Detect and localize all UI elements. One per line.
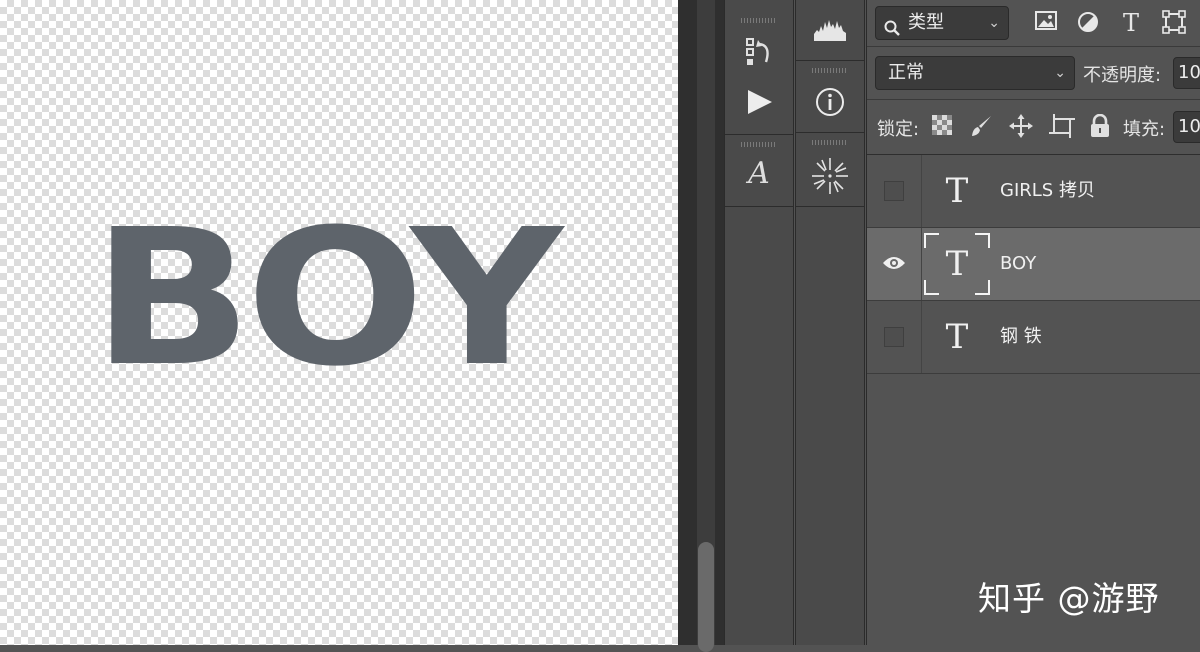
lock-bar: 锁定: 填充: 10 (867, 100, 1200, 155)
layer-filter-bar: 类型 ⌄ T (867, 0, 1200, 47)
image-filter-icon[interactable] (1033, 10, 1059, 36)
lock-all-icon[interactable] (1089, 113, 1115, 140)
collapsed-panel-strip-2 (795, 0, 865, 645)
histogram-icon[interactable] (796, 16, 864, 42)
character-icon[interactable]: A (725, 156, 793, 192)
layer-name[interactable]: BOY (1000, 228, 1036, 300)
search-icon (884, 15, 900, 47)
type-filter-icon[interactable]: T (1118, 10, 1144, 36)
blend-mode-dropdown[interactable]: 正常 ⌄ (875, 56, 1075, 90)
layer-visibility-toggle[interactable] (867, 228, 922, 300)
opacity-input[interactable]: 10 (1173, 57, 1200, 89)
lock-transparent-icon[interactable] (931, 114, 957, 140)
blend-mode-label: 正常 (888, 62, 924, 83)
fill-label: 填充: (1123, 119, 1166, 140)
filter-type-dropdown[interactable]: 类型 ⌄ (875, 6, 1009, 40)
text-layer-thumbnail-icon: T (945, 244, 969, 284)
panel-grip[interactable] (812, 68, 848, 73)
canvas-area[interactable]: BOY (0, 0, 678, 645)
layer-row-boy[interactable]: T BOY (867, 228, 1200, 301)
canvas-text-boy[interactable]: BOY (92, 205, 563, 393)
layer-name[interactable]: 钢 铁 (1000, 301, 1042, 373)
brush-settings-icon[interactable] (796, 156, 864, 196)
lock-position-icon[interactable] (1009, 114, 1035, 140)
lock-label: 锁定: (877, 119, 920, 140)
blend-opacity-bar: 正常 ⌄ 不透明度: 10 (867, 47, 1200, 100)
watermark: 知乎 @游野 (978, 579, 1160, 618)
fill-input[interactable]: 10 (1173, 111, 1200, 143)
text-layer-thumbnail-icon: T (945, 317, 969, 357)
layer-name[interactable]: GIRLS 拷贝 (1000, 155, 1095, 227)
play-actions-icon[interactable] (725, 88, 793, 116)
text-layer-thumbnail-icon: T (945, 171, 969, 211)
panel-grip[interactable] (741, 18, 777, 23)
chevron-down-icon: ⌄ (988, 15, 1000, 31)
layer-visibility-toggle[interactable] (867, 301, 922, 373)
panel-scroll-thumb[interactable] (698, 542, 714, 652)
lock-paint-icon[interactable] (969, 114, 995, 140)
history-icon[interactable] (725, 36, 793, 68)
lock-artboard-icon[interactable] (1049, 114, 1075, 140)
layer-row-gang-tie[interactable]: T 钢 铁 (867, 301, 1200, 374)
layer-visibility-toggle[interactable] (867, 155, 922, 227)
opacity-label: 不透明度: (1083, 65, 1162, 86)
eye-icon[interactable] (882, 254, 906, 276)
layers-panel: 类型 ⌄ T 正常 ⌄ 不透明度: 10 锁定: 填充: 10 T GIRLS … (866, 0, 1200, 645)
adjustment-filter-icon[interactable] (1075, 10, 1101, 36)
collapsed-panel-strip-1: A (724, 0, 794, 645)
panel-grip[interactable] (741, 142, 777, 147)
filter-type-label: 类型 (908, 12, 944, 33)
layer-row-girls-copy[interactable]: T GIRLS 拷贝 (867, 155, 1200, 228)
chevron-down-icon: ⌄ (1054, 65, 1066, 81)
info-icon[interactable] (796, 86, 864, 118)
panel-grip[interactable] (812, 140, 848, 145)
shape-filter-icon[interactable] (1161, 10, 1187, 36)
